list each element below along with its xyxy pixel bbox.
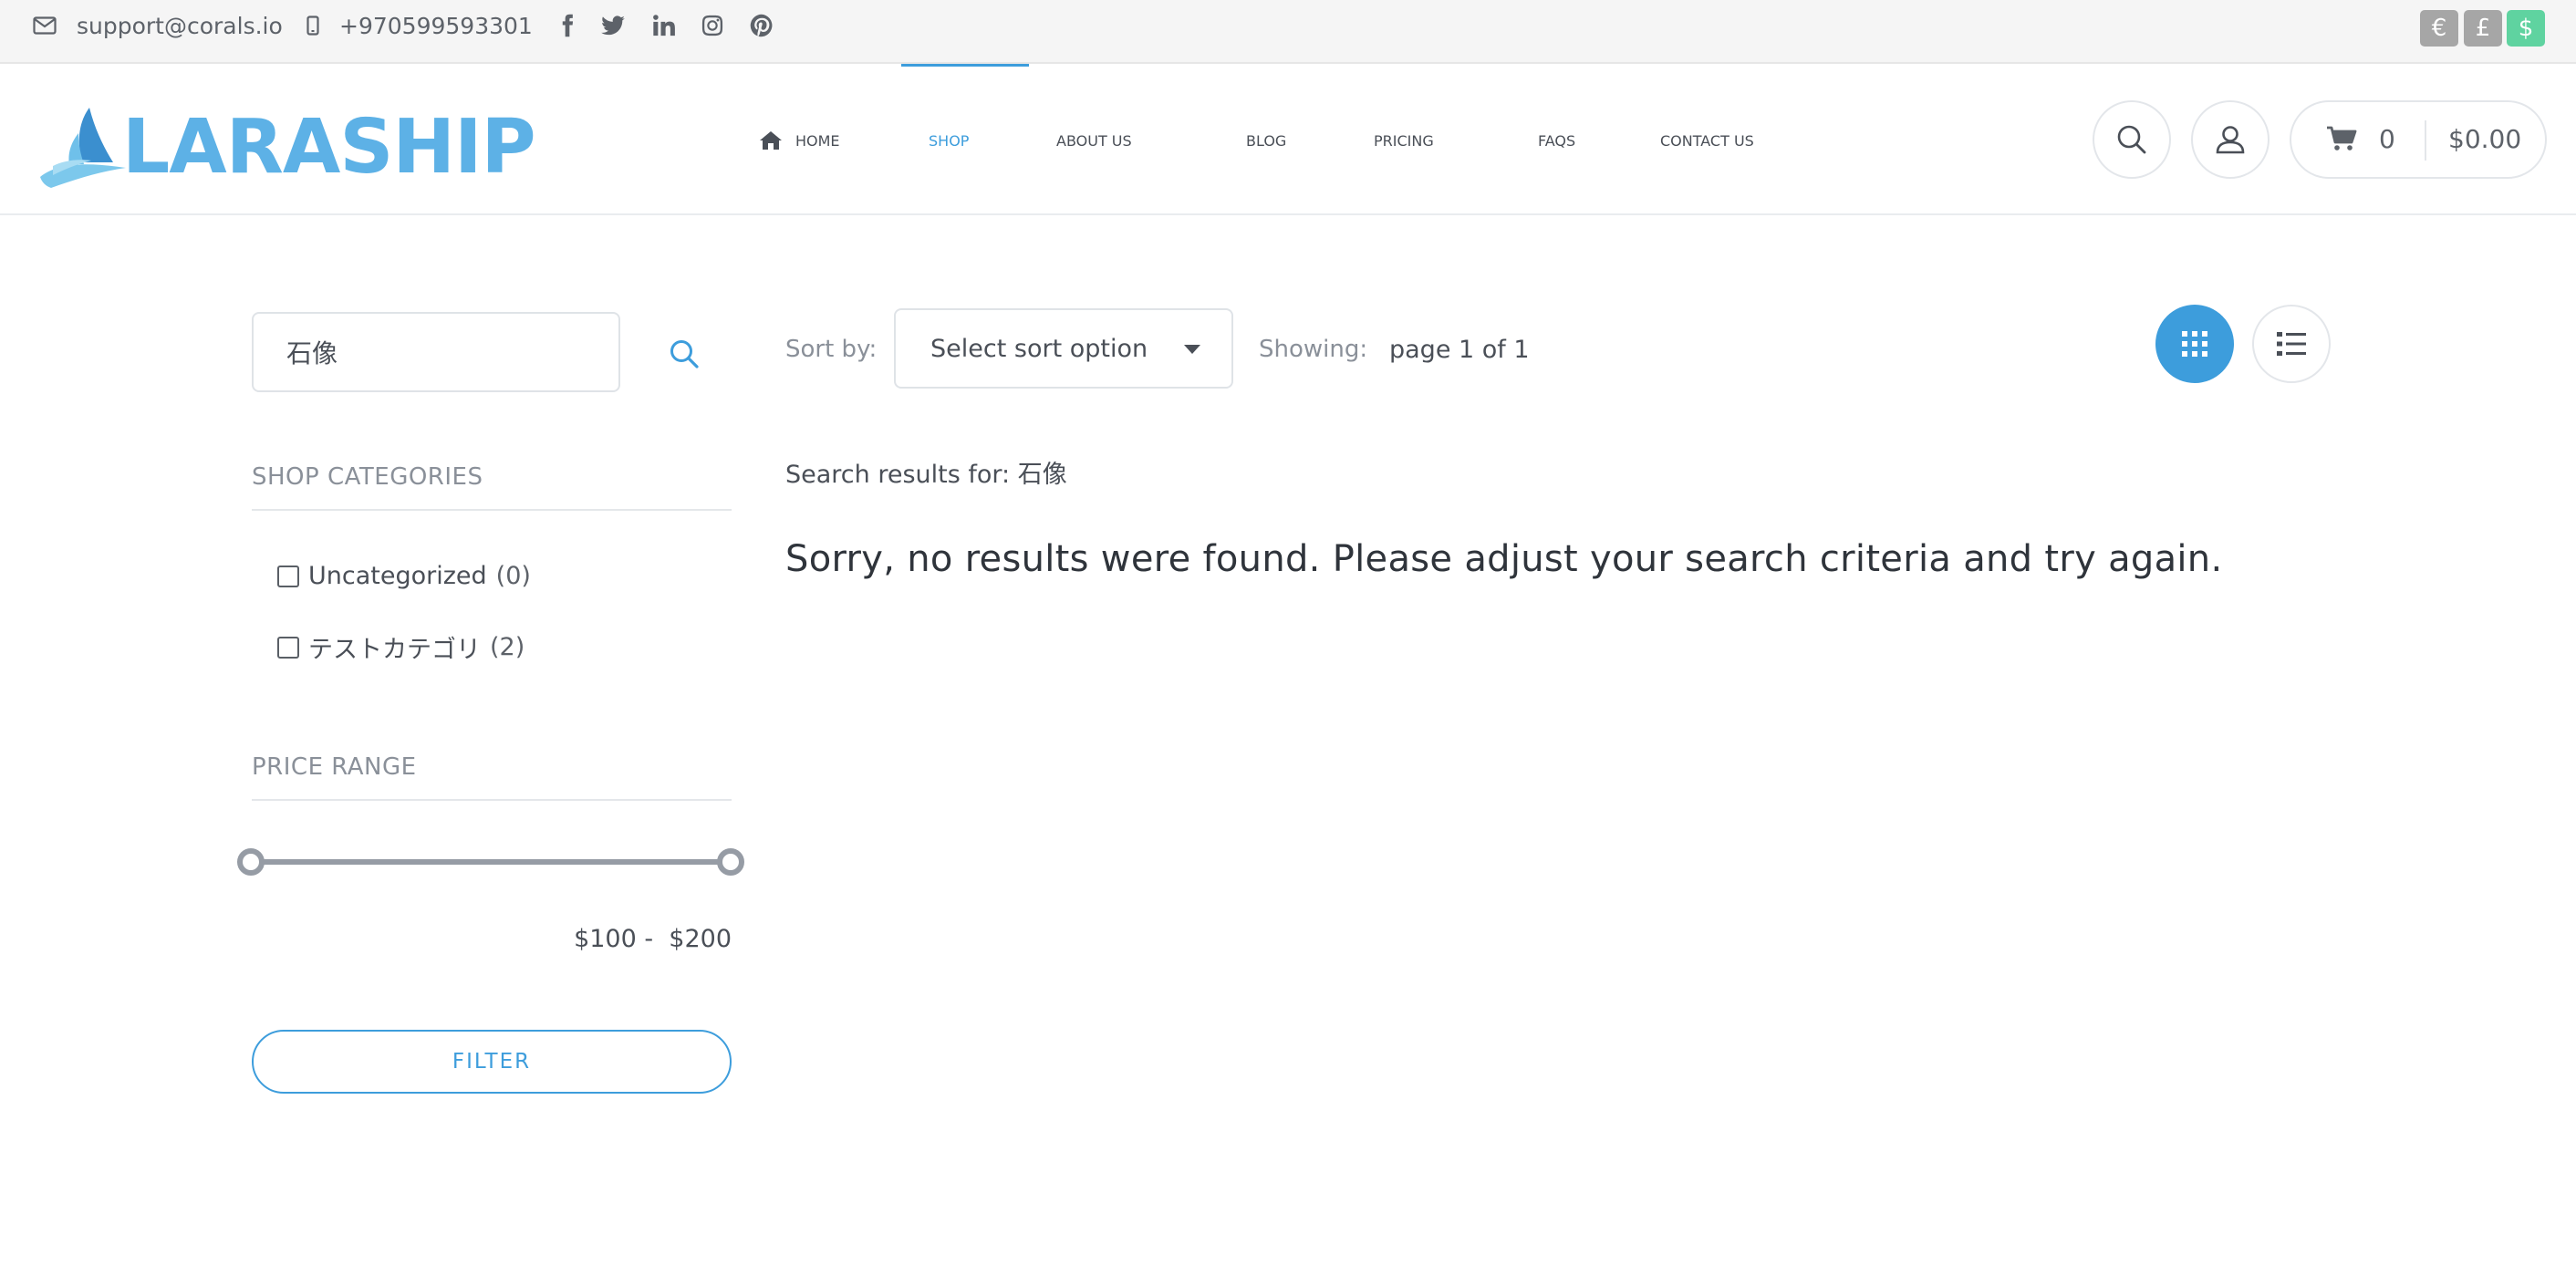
pagination-status: page 1 of 1 <box>1389 336 1530 364</box>
search-results-query: 石像 <box>1017 461 1067 489</box>
cart-count: 0 <box>2379 124 2395 154</box>
product-search-input[interactable] <box>252 312 620 392</box>
facebook-icon[interactable] <box>551 9 584 42</box>
cart-total: $0.00 <box>2448 124 2522 154</box>
logo-text: LARASHIP <box>122 104 536 191</box>
category-label: テストカテゴリ <box>308 636 481 664</box>
sailboat-logo-icon <box>40 108 126 188</box>
price-range-heading: PRICE RANGE <box>252 753 732 801</box>
currency-symbol: $ <box>2518 15 2534 42</box>
category-test[interactable]: テストカテゴリ (2) <box>277 629 525 665</box>
nav-home[interactable]: HOME <box>759 124 840 157</box>
price-range-max-handle[interactable] <box>717 848 744 876</box>
category-uncategorized[interactable]: Uncategorized (0) <box>277 562 531 590</box>
nav-label: BLOG <box>1246 131 1287 150</box>
instagram-icon[interactable] <box>696 9 729 42</box>
nav-faqs[interactable]: FAQS <box>1538 124 1575 157</box>
nav-label: SHOP <box>929 131 970 150</box>
shop-categories-heading: SHOP CATEGORIES <box>252 463 732 511</box>
email-text: support@corals.io <box>77 12 283 39</box>
price-range-min-handle[interactable] <box>237 848 265 876</box>
nav-label: FAQS <box>1538 131 1576 150</box>
top-bar: support@corals.io +970599593301 € £ $ <box>0 0 2576 64</box>
currency-dollar-button[interactable]: $ <box>2507 10 2545 47</box>
category-count: (0) <box>495 562 531 590</box>
home-icon <box>760 131 782 150</box>
linkedin-icon[interactable] <box>648 9 680 42</box>
nav-contact-us[interactable]: CONTACT US <box>1660 124 1754 157</box>
product-search-submit[interactable] <box>666 336 702 372</box>
nav-label: ABOUT US <box>1056 131 1132 150</box>
cart-divider <box>2425 120 2426 161</box>
showing-label: Showing: <box>1259 336 1368 363</box>
grid-icon <box>2182 331 2207 357</box>
nav-pricing[interactable]: PRICING <box>1374 124 1434 157</box>
sort-select[interactable]: Select sort option <box>894 308 1233 389</box>
account-button[interactable] <box>2191 100 2270 179</box>
phone-text: +970599593301 <box>339 12 533 39</box>
caret-down-icon <box>1184 345 1200 354</box>
currency-pound-button[interactable]: £ <box>2464 10 2502 47</box>
sort-by-label: Sort by: <box>785 336 878 363</box>
twitter-icon[interactable] <box>597 9 629 42</box>
no-results-message: Sorry, no results were found. Please adj… <box>785 538 2223 580</box>
category-checkbox[interactable] <box>277 565 299 587</box>
currency-euro-button[interactable]: € <box>2420 10 2458 47</box>
price-range-track[interactable] <box>252 859 732 865</box>
site-logo[interactable]: LARASHIP <box>36 102 536 193</box>
filter-button[interactable]: FILTER <box>252 1030 732 1094</box>
sort-select-value: Select sort option <box>930 334 1148 363</box>
pinterest-icon[interactable] <box>745 9 778 42</box>
category-label: Uncategorized <box>308 562 487 590</box>
header-search-button[interactable] <box>2093 100 2171 179</box>
main-header: LARASHIP HOME SHOP ABOUT US BLOG PRICING… <box>0 64 2576 215</box>
envelope-icon <box>33 16 57 35</box>
contact-email[interactable]: support@corals.io <box>33 0 283 51</box>
grid-view-button[interactable] <box>2155 305 2234 383</box>
nav-label: HOME <box>795 131 840 150</box>
nav-active-indicator <box>901 64 1029 67</box>
mobile-phone-icon <box>306 16 319 36</box>
nav-label: PRICING <box>1374 131 1434 150</box>
nav-shop[interactable]: SHOP <box>929 124 969 157</box>
user-icon <box>2216 126 2245 154</box>
shopping-cart-icon <box>2327 126 2357 150</box>
contact-phone[interactable]: +970599593301 <box>306 0 533 51</box>
currency-symbol: £ <box>2475 15 2491 42</box>
currency-symbol: € <box>2431 15 2447 42</box>
search-icon <box>2117 125 2146 154</box>
search-icon <box>670 340 699 368</box>
nav-about-us[interactable]: ABOUT US <box>1056 124 1132 157</box>
search-results-line: Search results for: 石像 <box>785 454 1067 490</box>
cart-button[interactable]: 0 $0.00 <box>2290 100 2547 179</box>
nav-label: CONTACT US <box>1660 131 1754 150</box>
category-count: (2) <box>490 633 525 661</box>
price-range-label: $100 - $200 <box>574 925 732 953</box>
category-checkbox[interactable] <box>277 636 299 659</box>
search-results-prefix: Search results for: <box>785 461 1011 489</box>
list-icon <box>2277 332 2306 356</box>
nav-blog[interactable]: BLOG <box>1246 124 1286 157</box>
list-view-button[interactable] <box>2252 305 2331 383</box>
